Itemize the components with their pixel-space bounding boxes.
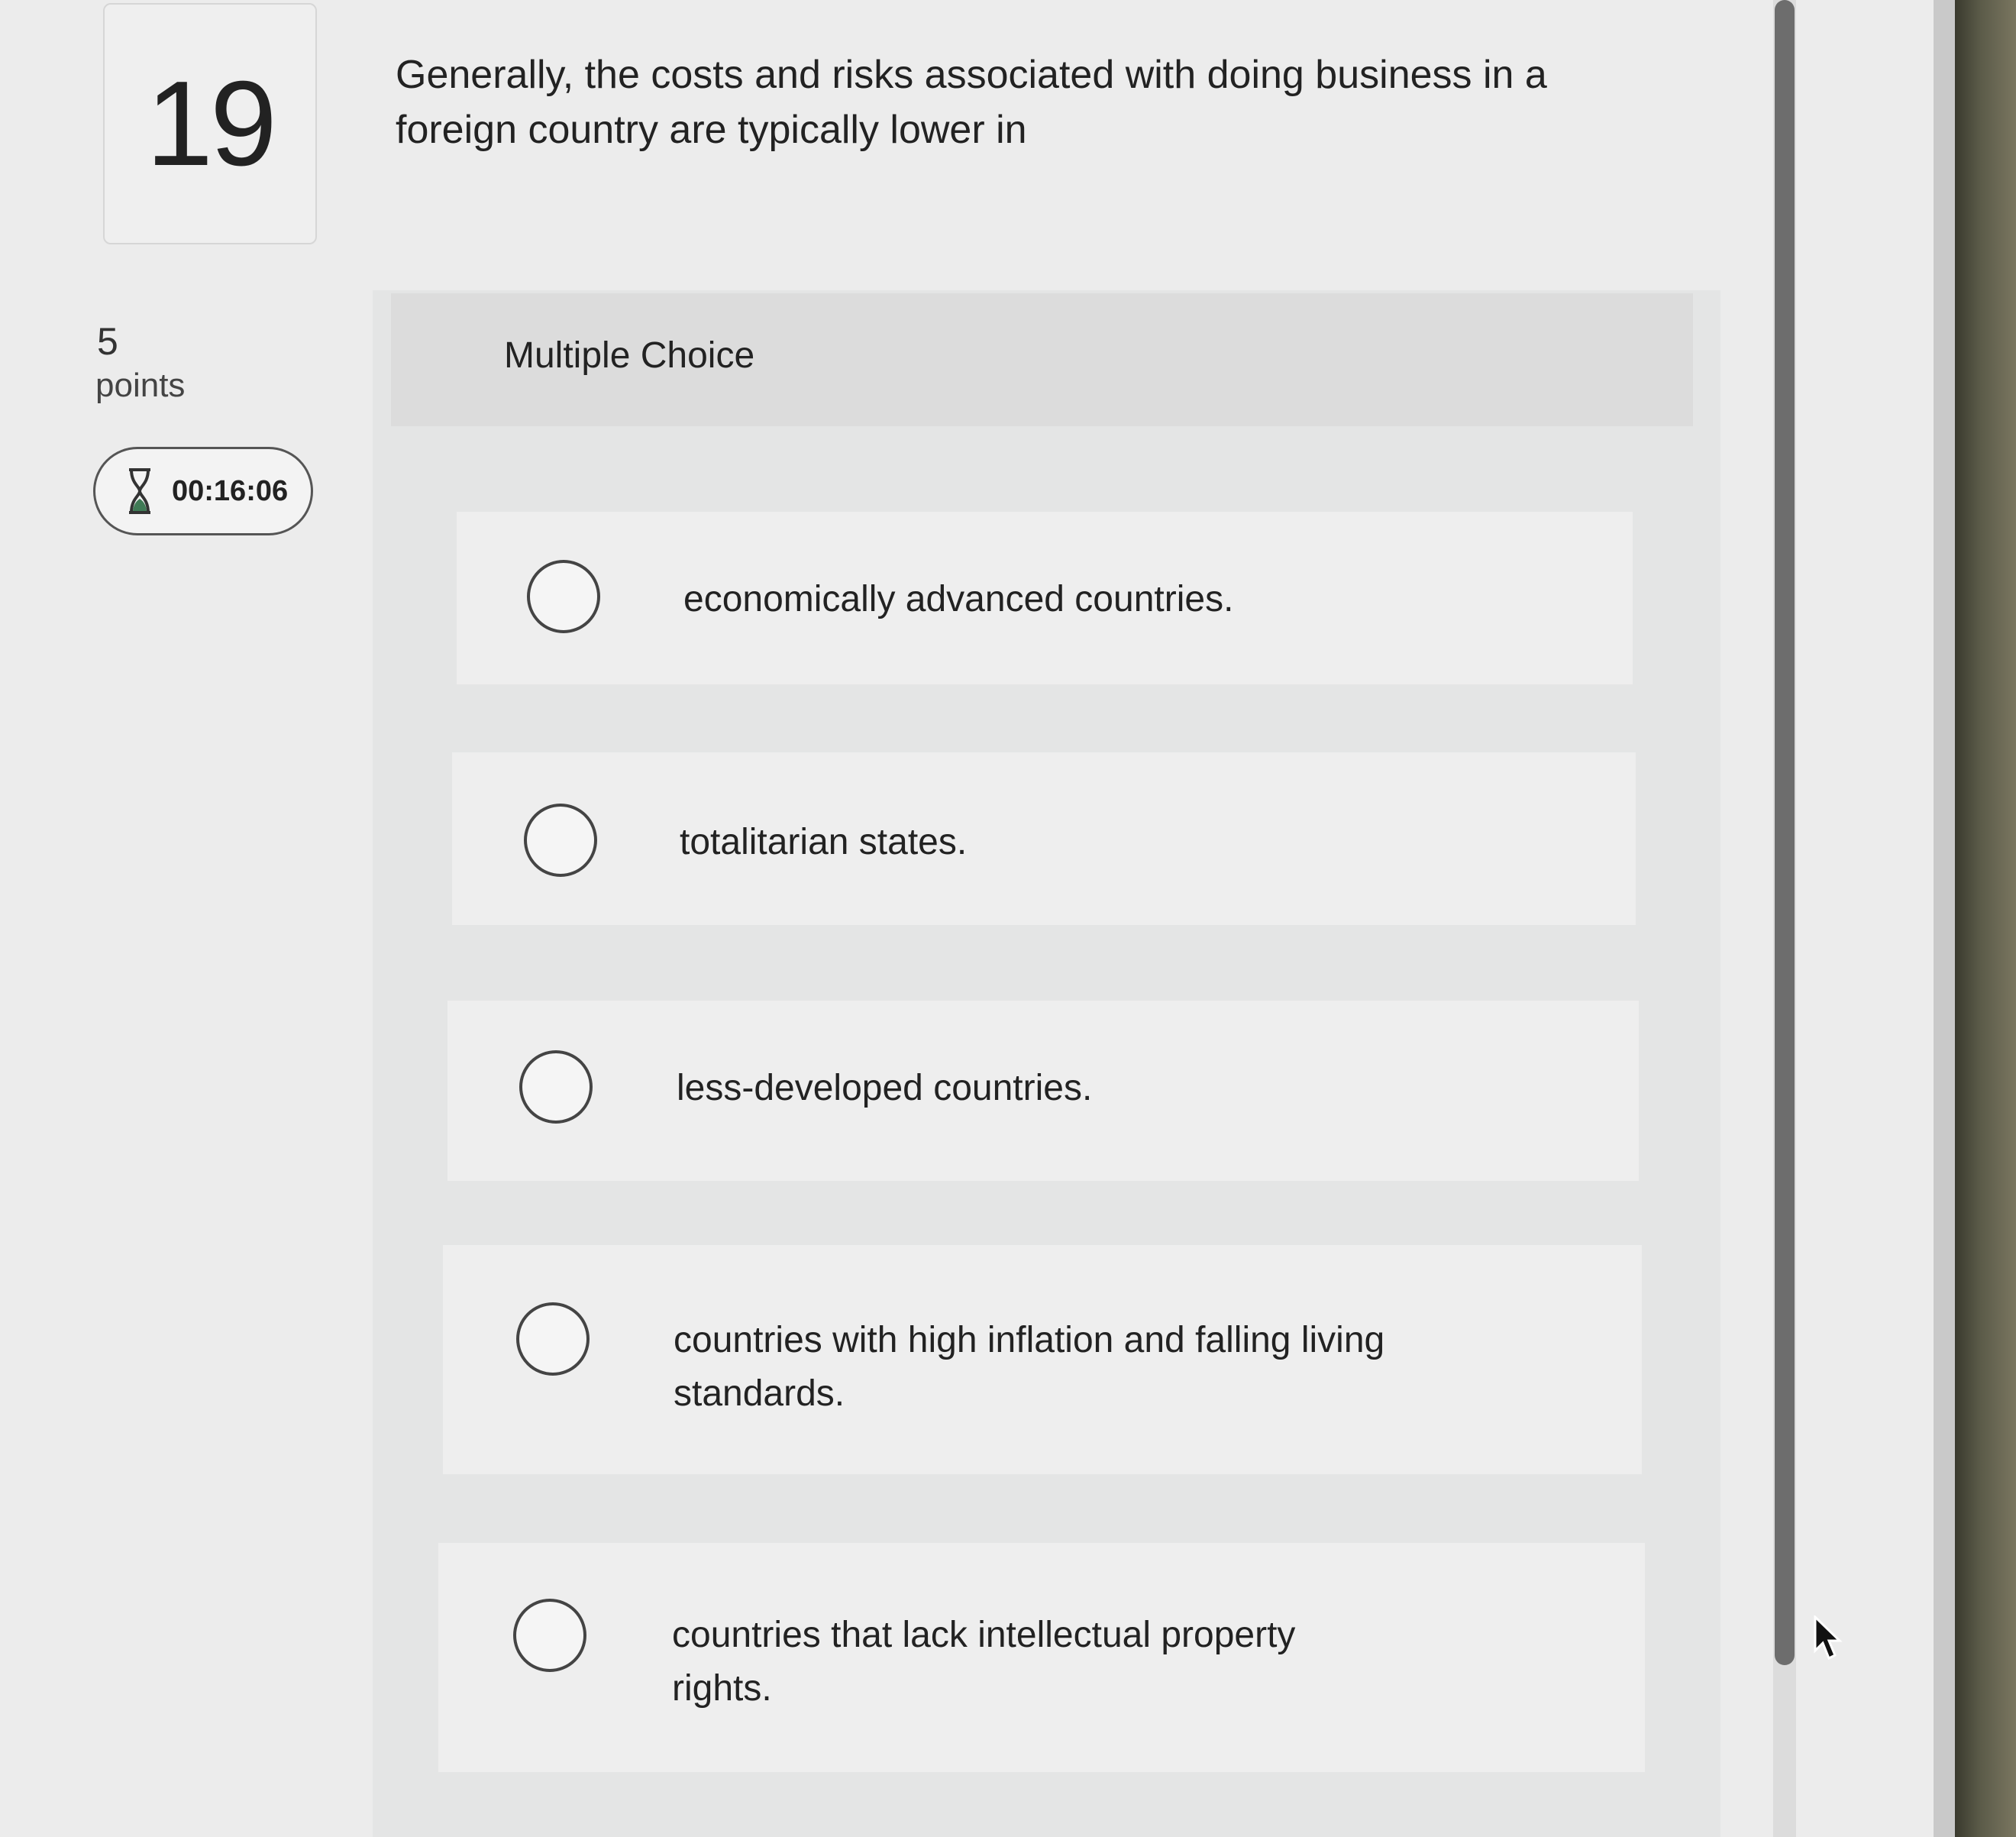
screen-bezel [1934, 0, 1955, 1837]
radio-button[interactable] [516, 1302, 590, 1376]
radio-button[interactable] [524, 804, 597, 877]
question-prompt: Generally, the costs and risks associate… [396, 53, 1547, 152]
choice-label[interactable]: less-developed countries. [677, 1062, 1593, 1115]
choice-label[interactable]: economically advanced countries. [683, 573, 1600, 626]
question-number-box: 19 [103, 3, 317, 244]
hourglass-icon [129, 468, 150, 514]
choice-label[interactable]: totalitarian states. [680, 816, 1596, 869]
points-value: 5 [97, 320, 118, 363]
radio-button[interactable] [519, 1050, 593, 1124]
choice-label[interactable]: countries that lack intellectual propert… [672, 1609, 1359, 1716]
radio-button[interactable] [513, 1599, 586, 1672]
timer-badge[interactable]: 00:16:06 [93, 447, 313, 535]
scrollbar-thumb[interactable] [1775, 0, 1795, 1665]
points-label: points [95, 367, 186, 404]
mouse-pointer-icon [1814, 1615, 1843, 1661]
timer-text: 00:16:06 [172, 474, 289, 507]
choice-label[interactable]: countries with high inflation and fallin… [674, 1314, 1452, 1421]
question-number: 19 [146, 56, 277, 191]
question-type-title: Multiple Choice [504, 335, 755, 376]
radio-button[interactable] [527, 560, 600, 633]
background-edge [1955, 0, 2016, 1837]
